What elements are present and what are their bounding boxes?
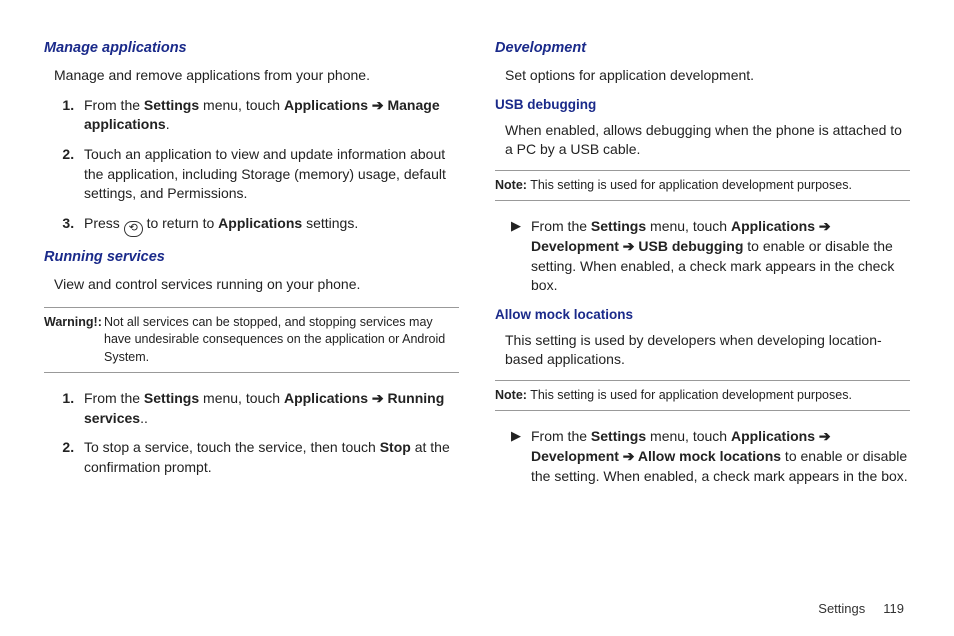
text: menu, touch [199,390,284,406]
note-text: This setting is used for application dev… [527,178,852,192]
intro-manage-apps: Manage and remove applications from your… [54,66,459,86]
left-column: Manage applications Manage and remove ap… [44,30,459,590]
note-text: This setting is used for application dev… [527,388,852,402]
bullet-text: From the Settings menu, touch Applicatio… [531,217,910,295]
intro-running-services: View and control services running on you… [54,275,459,295]
text: From the [531,218,591,234]
text: From the [531,428,591,444]
text-allow-mock: This setting is used by developers when … [505,331,910,370]
text: settings. [302,215,358,231]
bullet-step-mock: ▶ From the Settings menu, touch Applicat… [511,427,910,486]
bullet-step-usb: ▶ From the Settings menu, touch Applicat… [511,217,910,295]
text: menu, touch [646,428,731,444]
footer-section: Settings [818,601,865,616]
text: menu, touch [646,218,731,234]
steps-manage-apps: From the Settings menu, touch Applicatio… [44,96,459,237]
page-columns: Manage applications Manage and remove ap… [0,0,954,600]
text: From the [84,390,144,406]
note-box-1: Note: This setting is used for applicati… [495,170,910,202]
step-1: From the Settings menu, touch Applicatio… [78,96,459,135]
play-icon: ▶ [511,427,531,486]
bold: Settings [144,390,199,406]
bold: Stop [380,439,411,455]
step-2: Touch an application to view and update … [78,145,459,204]
text: to return to [143,215,218,231]
text: Press [84,215,124,231]
bold: Settings [591,218,646,234]
heading-running-services: Running services [44,247,459,267]
return-icon: ⟲ [124,221,143,237]
subheading-usb-debugging: USB debugging [495,96,910,115]
page-footer: Settings 119 [818,601,904,616]
intro-development: Set options for application development. [505,66,910,86]
warning-box: Warning!: Not all services can be stoppe… [44,307,459,374]
warning-text: Not all services can be stopped, and sto… [104,314,459,367]
step-3: Press ⟲ to return to Applications settin… [78,214,459,237]
footer-page-number: 119 [883,601,904,616]
text: menu, touch [199,97,284,113]
warning-label: Warning!: [44,314,104,367]
play-icon: ▶ [511,217,531,295]
note-box-2: Note: This setting is used for applicati… [495,380,910,412]
subheading-allow-mock: Allow mock locations [495,306,910,325]
text-usb-debugging: When enabled, allows debugging when the … [505,121,910,160]
heading-development: Development [495,38,910,58]
step-2: To stop a service, touch the service, th… [78,438,459,477]
bold: Settings [144,97,199,113]
step-1: From the Settings menu, touch Applicatio… [78,389,459,428]
heading-manage-applications: Manage applications [44,38,459,58]
text: . [166,116,170,132]
note-label: Note: [495,388,527,402]
bold: Applications [218,215,302,231]
text: .. [140,410,148,426]
bullet-text: From the Settings menu, touch Applicatio… [531,427,910,486]
right-column: Development Set options for application … [495,30,910,590]
text: To stop a service, touch the service, th… [84,439,380,455]
bold: Settings [591,428,646,444]
text: From the [84,97,144,113]
note-label: Note: [495,178,527,192]
steps-running-services: From the Settings menu, touch Applicatio… [44,389,459,477]
